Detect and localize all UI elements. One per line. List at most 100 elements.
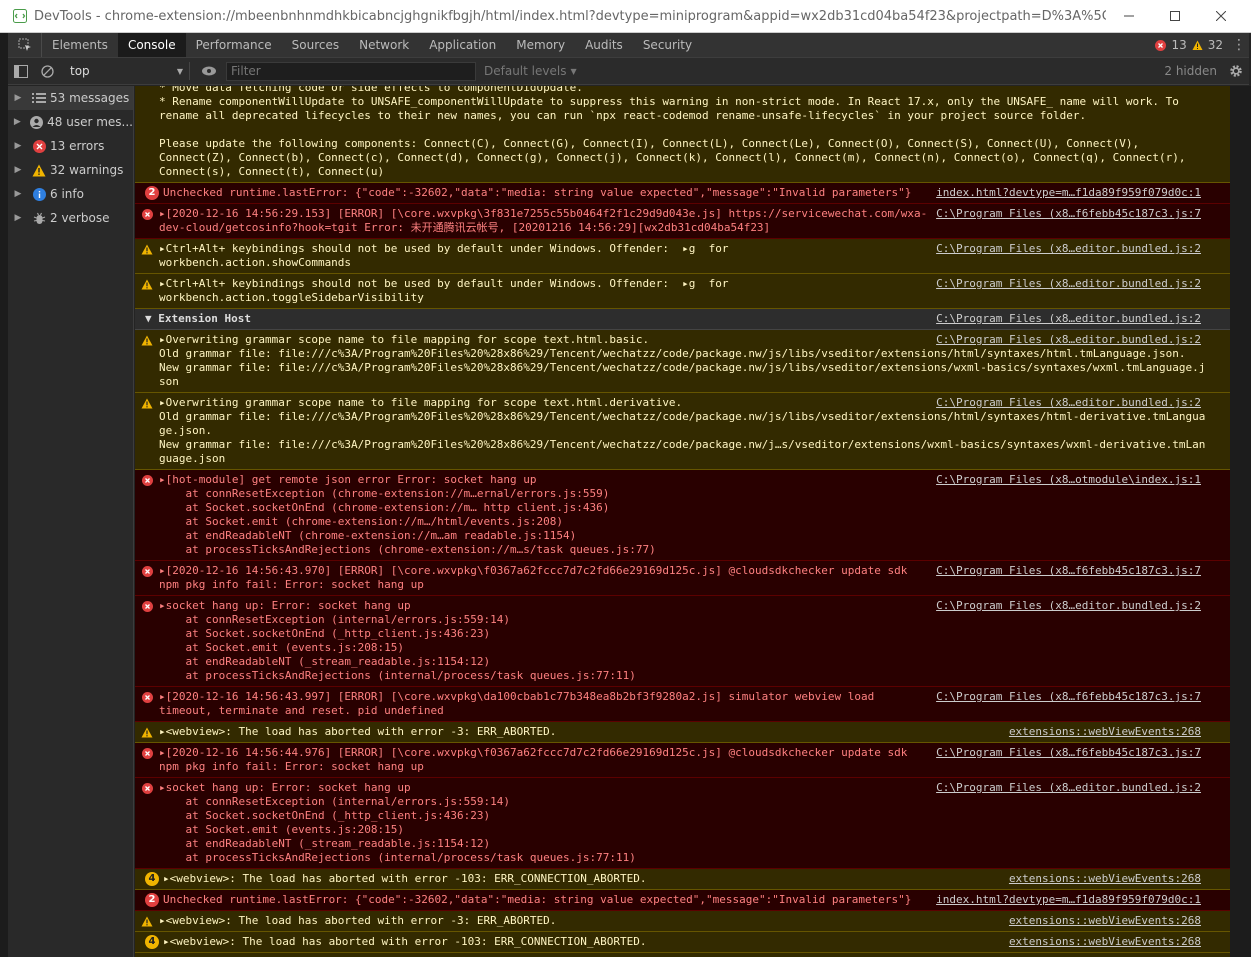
message-text: ▸<webview>: The load has aborted with er… [163,935,647,948]
maximize-button[interactable] [1152,0,1198,33]
source-link[interactable]: C:\Program Files (x8…f6febb45c187c3.js:7 [936,207,1201,221]
console-message[interactable]: ▸<webview>: The load has aborted with er… [135,722,1230,743]
sidebar-item-label: 13 errors [50,139,105,153]
console-toolbar: top ▼ Default levels ▼ 2 hidden [8,58,1249,85]
devtools-tabbar: Elements Console Performance Sources Net… [8,33,1249,58]
message-text: ▸socket hang up: Error: socket hang up a… [159,781,636,864]
devtools-icon [13,9,27,23]
source-link[interactable]: C:\Program Files (x8…f6febb45c187c3.js:7 [936,746,1201,760]
error-icon [141,208,153,220]
console-message[interactable]: ▸<webview>: The load has aborted with er… [135,911,1230,932]
console-message[interactable]: ▸[2020-12-16 14:56:43.970] [ERROR] [\cor… [135,561,1230,596]
message-text: * Move data fetching code or side effect… [159,86,1186,178]
tab-elements[interactable]: Elements [42,33,118,57]
error-icon [141,691,153,703]
message-text: Unchecked runtime.lastError: {"code":-32… [163,186,912,199]
console-message[interactable]: ▸[2020-12-16 14:56:44.976] [ERROR] [\cor… [135,743,1230,778]
clear-console-icon[interactable] [34,64,60,78]
repeat-count-badge: 2 [145,186,159,200]
console-message[interactable]: ▸[2020-12-16 14:56:29.153] [ERROR] [\cor… [135,204,1230,239]
repeat-count-badge: 4 [145,872,159,886]
console-message[interactable]: ▸socket hang up: Error: socket hang up a… [135,596,1230,687]
window-title: DevTools - chrome-extension://mbeenbnhnm… [34,8,1106,24]
levels-dropdown[interactable]: Default levels ▼ [484,64,577,78]
eye-icon[interactable] [196,66,222,76]
message-text: ▸<webview>: The load has aborted with er… [159,725,557,738]
sidebar-item-user-messages[interactable]: ▶ 48 user mes... [8,110,133,134]
source-link[interactable]: C:\Program Files (x8…editor.bundled.js:2 [936,333,1201,347]
source-link[interactable]: C:\Program Files (x8…editor.bundled.js:2 [936,277,1201,291]
warning-icon [141,726,153,738]
repeat-count-badge: 2 [145,893,159,907]
console-message[interactable]: ▸Ctrl+Alt+ keybindings should not be use… [135,239,1230,274]
sidebar-toggle-icon[interactable] [8,64,34,78]
source-link[interactable]: C:\Program Files (x8…editor.bundled.js:2 [936,781,1201,795]
tab-sources[interactable]: Sources [282,33,349,57]
error-icon [28,139,50,153]
message-text: ▼ Extension Host [145,312,251,325]
warning-icon [141,915,153,927]
source-link[interactable]: C:\Program Files (x8…editor.bundled.js:2 [936,396,1201,410]
source-link[interactable]: extensions::webViewEvents:268 [1008,725,1201,739]
console-message[interactable]: ▸<webview>: The load has aborted with er… [135,953,1230,957]
console-message[interactable]: ▸socket hang up: Error: socket hang up a… [135,778,1230,869]
source-link[interactable]: extensions::webViewEvents:268 [1008,935,1201,949]
context-selector[interactable]: top ▼ [60,62,190,80]
expand-arrow-icon: ▶ [14,213,22,223]
minimize-button[interactable] [1106,0,1152,33]
source-link[interactable]: extensions::webViewEvents:268 [1008,872,1201,886]
console-message[interactable]: ▸Ctrl+Alt+ keybindings should not be use… [135,274,1230,309]
background-window-strip [1230,86,1251,957]
filter-input[interactable] [226,61,476,81]
console-message[interactable]: 4 ▸<webview>: The load has aborted with e… [135,869,1230,890]
console-message[interactable]: 2 Unchecked runtime.lastError: {"code":-3… [135,890,1230,911]
tab-audits[interactable]: Audits [575,33,633,57]
tab-network[interactable]: Network [349,33,419,57]
sidebar-item-verbose[interactable]: ▶ 2 verbose [8,206,133,230]
source-link[interactable]: C:\Program Files (x8…editor.bundled.js:2 [936,599,1201,613]
console-messages: * Move data fetching code or side effect… [135,86,1230,957]
error-count: 13 [1171,38,1187,52]
source-link[interactable]: C:\Program Files (x8…f6febb45c187c3.js:7 [936,690,1201,704]
tab-security[interactable]: Security [633,33,702,57]
warning-icon [28,164,50,177]
warning-icon [141,397,153,409]
source-link[interactable]: C:\Program Files (x8…editor.bundled.js:2 [936,242,1201,256]
tab-console[interactable]: Console [117,33,186,57]
console-message[interactable]: ▸[2020-12-16 14:56:43.997] [ERROR] [\cor… [135,687,1230,722]
console-group-header[interactable]: ▼ Extension Host C:\Program Files (x8…edi… [135,309,1230,330]
more-options-icon[interactable]: ⋮ [1229,33,1249,57]
sidebar-item-messages[interactable]: ▶ 53 messages [8,86,133,110]
sidebar-item-info[interactable]: ▶ 6 info [8,182,133,206]
sidebar-item-label: 53 messages [50,91,130,105]
expand-arrow-icon: ▶ [14,165,22,175]
source-link[interactable]: C:\Program Files (x8…otmodule\index.js:1 [936,473,1201,487]
console-message[interactable]: 4 ▸<webview>: The load has aborted with e… [135,932,1230,953]
expand-arrow-icon: ▶ [14,93,22,103]
message-text: ▸[2020-12-16 14:56:29.153] [ERROR] [\cor… [159,207,928,234]
issue-counts[interactable]: 13 32 [1155,33,1229,57]
tab-memory[interactable]: Memory [506,33,575,57]
inspect-element-icon[interactable] [8,33,42,57]
source-link[interactable]: C:\Program Files (x8…editor.bundled.js:2 [936,312,1201,326]
sidebar-item-label: 48 user mes... [47,115,133,129]
source-link[interactable]: index.html?devtype=m…f1da89f959f079d0c:1 [936,893,1201,907]
console-message[interactable]: * Move data fetching code or side effect… [135,86,1230,183]
title-bar: DevTools - chrome-extension://mbeenbnhnm… [0,0,1251,33]
console-message[interactable]: ▸Overwriting grammar scope name to file … [135,330,1230,393]
warning-icon [141,243,153,255]
close-button[interactable] [1198,0,1244,33]
source-link[interactable]: extensions::webViewEvents:268 [1008,914,1201,928]
console-message[interactable]: ▸[hot-module] get remote json error Erro… [135,470,1230,561]
console-message[interactable]: 2 Unchecked runtime.lastError: {"code":-3… [135,183,1230,204]
gear-icon[interactable] [1223,64,1249,78]
sidebar-item-warnings[interactable]: ▶ 32 warnings [8,158,133,182]
tab-performance[interactable]: Performance [186,33,282,57]
tab-application[interactable]: Application [419,33,506,57]
source-link[interactable]: index.html?devtype=m…f1da89f959f079d0c:1 [936,186,1201,200]
sidebar-item-errors[interactable]: ▶ 13 errors [8,134,133,158]
source-link[interactable]: C:\Program Files (x8…f6febb45c187c3.js:7 [936,564,1201,578]
console-message[interactable]: ▸Overwriting grammar scope name to file … [135,393,1230,470]
error-icon [141,600,153,612]
message-text: ▸[2020-12-16 14:56:44.976] [ERROR] [\cor… [159,746,908,773]
